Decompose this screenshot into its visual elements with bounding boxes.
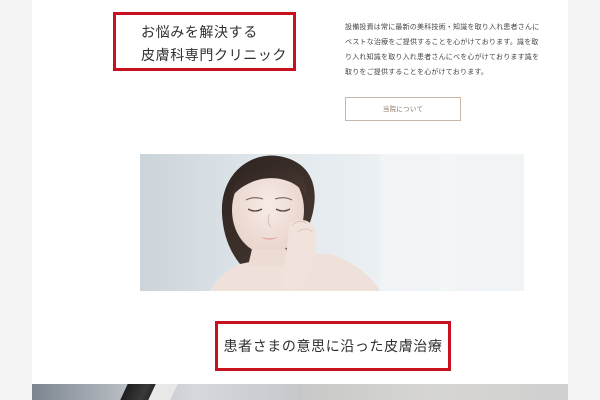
woman-touching-face-photo (140, 154, 524, 291)
hero-heading-line-2: 皮膚科専門クリニック (141, 48, 287, 64)
hero-heading: お悩みを解決する 皮膚科専門クリニック (141, 22, 291, 68)
portrait-illustration (140, 154, 524, 291)
concept-heading: 患者さまの意思に沿った皮膚治療 (223, 339, 443, 355)
hero-heading-line-1: お悩みを解決する (141, 25, 258, 41)
intro-line-2: ベストな治療をご提供することを心がけております。識を取 (345, 38, 539, 46)
intro-paragraph: 設備投資は常に最新の美科技術・知識を取り入れ患者さんに ベストな治療をご提供する… (345, 20, 553, 80)
intro-line-1: 設備投資は常に最新の美科技術・知識を取り入れ患者さんに (345, 23, 540, 31)
bottom-photo-strip (32, 384, 568, 400)
intro-line-4: 取りをご提供することを心がけております。 (345, 68, 489, 76)
intro-line-3: り入れ知識を取り入れ患者さんにべを心がけております識を (345, 53, 540, 61)
treatment-photo (302, 384, 568, 400)
page-content: お悩みを解決する 皮膚科専門クリニック 設備投資は常に最新の美科技術・知識を取り… (32, 0, 568, 400)
about-clinic-button[interactable]: 当院について (345, 97, 461, 121)
